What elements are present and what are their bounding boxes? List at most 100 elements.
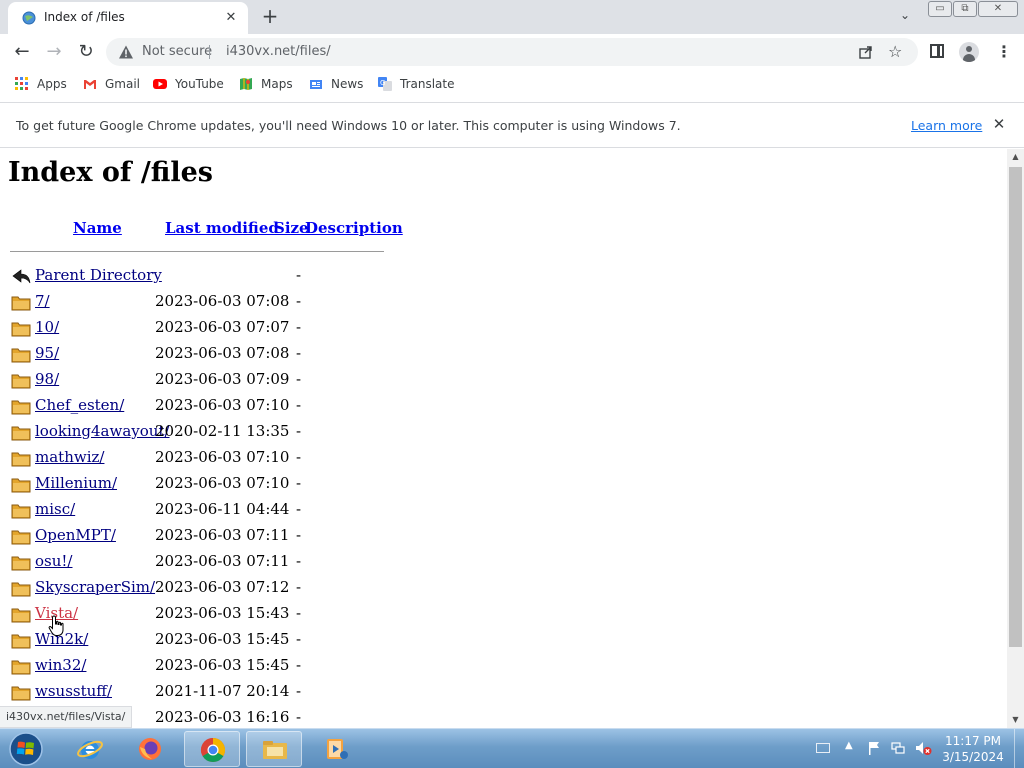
folder-icon[interactable] bbox=[11, 502, 31, 519]
file-link[interactable]: looking4awayout/ bbox=[35, 422, 170, 440]
folder-icon[interactable] bbox=[11, 606, 31, 623]
file-size: - bbox=[296, 422, 302, 440]
file-link[interactable]: SkyscraperSim/ bbox=[35, 578, 155, 596]
folder-icon[interactable] bbox=[11, 476, 31, 493]
page-title: Index of /files bbox=[8, 157, 213, 188]
profile-avatar-icon[interactable] bbox=[959, 42, 979, 62]
last-modified: 2023-06-11 04:44 bbox=[155, 500, 290, 518]
reload-icon[interactable]: ↻ bbox=[74, 40, 98, 64]
window-close-button[interactable]: ✕ bbox=[978, 1, 1018, 17]
file-link[interactable]: OpenMPT/ bbox=[35, 526, 116, 544]
file-link[interactable]: 7/ bbox=[35, 292, 50, 310]
tab-search-chevron-icon[interactable]: ⌄ bbox=[896, 8, 914, 26]
taskbar-firefox[interactable] bbox=[122, 731, 178, 767]
last-modified: 2023-06-03 07:12 bbox=[155, 578, 290, 596]
side-panel-icon[interactable] bbox=[930, 44, 944, 58]
taskbar-file-explorer[interactable] bbox=[246, 731, 302, 767]
folder-icon[interactable] bbox=[11, 528, 31, 545]
page-scrollbar[interactable]: ▲ ▼ bbox=[1007, 149, 1024, 728]
taskbar-media-player[interactable] bbox=[308, 731, 364, 767]
scrollbar-thumb[interactable] bbox=[1009, 167, 1022, 647]
last-modified: 2023-06-03 07:10 bbox=[155, 474, 290, 492]
file-link[interactable]: win32/ bbox=[35, 656, 86, 674]
window-minimize-button[interactable]: ▭ bbox=[928, 1, 952, 17]
clock-time[interactable]: 11:17 PM bbox=[940, 734, 1006, 748]
start-button[interactable] bbox=[6, 731, 46, 767]
share-icon[interactable] bbox=[858, 44, 874, 60]
file-size: - bbox=[296, 344, 302, 362]
volume-muted-icon[interactable] bbox=[914, 740, 932, 756]
internet-explorer-icon bbox=[77, 740, 103, 759]
scroll-down-arrow-icon[interactable]: ▼ bbox=[1007, 712, 1024, 728]
folder-icon[interactable] bbox=[11, 450, 31, 467]
file-size: - bbox=[296, 266, 302, 284]
column-header-size[interactable]: Size bbox=[274, 219, 309, 237]
file-link[interactable]: 10/ bbox=[35, 318, 59, 336]
tab-close-icon[interactable]: ✕ bbox=[222, 9, 240, 27]
taskbar-chrome[interactable] bbox=[184, 731, 240, 767]
file-size: - bbox=[296, 292, 302, 310]
table-row: win32/2023-06-03 15:45- bbox=[0, 653, 420, 679]
tab-title: Index of /files bbox=[44, 10, 125, 24]
gmail-icon bbox=[84, 80, 96, 89]
file-link[interactable]: wsusstuff/ bbox=[35, 682, 112, 700]
new-tab-button[interactable]: + bbox=[258, 6, 282, 28]
clock-date[interactable]: 3/15/2024 bbox=[940, 750, 1006, 764]
file-link[interactable]: 95/ bbox=[35, 344, 59, 362]
warning-triangle-icon[interactable] bbox=[118, 44, 134, 60]
globe-icon bbox=[22, 11, 36, 25]
network-icon[interactable] bbox=[890, 740, 906, 756]
keyboard-tray-icon[interactable] bbox=[816, 743, 830, 753]
table-row: 95/2023-06-03 07:08- bbox=[0, 341, 420, 367]
folder-icon[interactable] bbox=[11, 580, 31, 597]
forward-arrow-icon[interactable]: → bbox=[42, 40, 66, 64]
tab-index-of-files[interactable]: Index of /files ✕ bbox=[8, 2, 248, 34]
bookmark-label: Gmail bbox=[105, 77, 141, 91]
not-secure-label[interactable]: Not secure bbox=[142, 44, 212, 59]
file-size: - bbox=[296, 474, 302, 492]
learn-more-link[interactable]: Learn more bbox=[911, 118, 982, 133]
file-link[interactable]: Chef_esten/ bbox=[35, 396, 124, 414]
action-center-flag-icon[interactable] bbox=[866, 740, 882, 756]
column-header-last-modified[interactable]: Last modified bbox=[165, 219, 279, 237]
last-modified: 2023-06-03 07:07 bbox=[155, 318, 290, 336]
show-hidden-icons-arrow-icon[interactable]: ▲ bbox=[845, 740, 853, 751]
bookmark-star-icon[interactable]: ☆ bbox=[888, 42, 902, 61]
file-link[interactable]: Parent Directory bbox=[35, 266, 162, 284]
column-header-description[interactable]: Description bbox=[305, 219, 403, 237]
youtube-icon bbox=[153, 79, 167, 89]
media-player-icon bbox=[327, 739, 348, 759]
folder-icon[interactable] bbox=[11, 424, 31, 441]
folder-icon[interactable] bbox=[11, 658, 31, 675]
folder-icon[interactable] bbox=[11, 398, 31, 415]
back-arrow-icon[interactable]: ← bbox=[10, 40, 34, 64]
bookmark-label: News bbox=[331, 77, 364, 91]
url-text[interactable]: i430vx.net/files/ bbox=[226, 44, 331, 59]
folder-icon[interactable] bbox=[11, 294, 31, 311]
folder-icon[interactable] bbox=[11, 632, 31, 649]
bookmark-label: Maps bbox=[261, 77, 293, 91]
scroll-up-arrow-icon[interactable]: ▲ bbox=[1007, 149, 1024, 165]
address-bar[interactable]: Not secure i430vx.net/files/ ☆ bbox=[106, 38, 918, 66]
taskbar-internet-explorer[interactable] bbox=[62, 731, 118, 767]
folder-icon[interactable] bbox=[11, 554, 31, 571]
infobar-close-icon[interactable]: ✕ bbox=[990, 115, 1008, 133]
last-modified: 2023-06-03 16:16 bbox=[155, 708, 290, 726]
bookmark-label: Apps bbox=[37, 77, 67, 91]
file-link[interactable]: mathwiz/ bbox=[35, 448, 104, 466]
apps-grid-icon bbox=[15, 77, 28, 90]
file-link[interactable]: misc/ bbox=[35, 500, 75, 518]
window-restore-button[interactable]: ⧉ bbox=[953, 1, 977, 17]
column-header-name[interactable]: Name bbox=[73, 219, 122, 237]
file-link[interactable]: osu!/ bbox=[35, 552, 72, 570]
file-size: - bbox=[296, 682, 302, 700]
file-link[interactable]: Millenium/ bbox=[35, 474, 117, 492]
more-menu-icon[interactable]: ⋮ bbox=[996, 42, 1012, 62]
parent-directory-arrow-icon[interactable] bbox=[11, 268, 31, 285]
folder-icon[interactable] bbox=[11, 346, 31, 363]
folder-icon[interactable] bbox=[11, 320, 31, 337]
file-link[interactable]: 98/ bbox=[35, 370, 59, 388]
folder-icon[interactable] bbox=[11, 684, 31, 701]
show-desktop-button[interactable] bbox=[1014, 729, 1024, 768]
folder-icon[interactable] bbox=[11, 372, 31, 389]
